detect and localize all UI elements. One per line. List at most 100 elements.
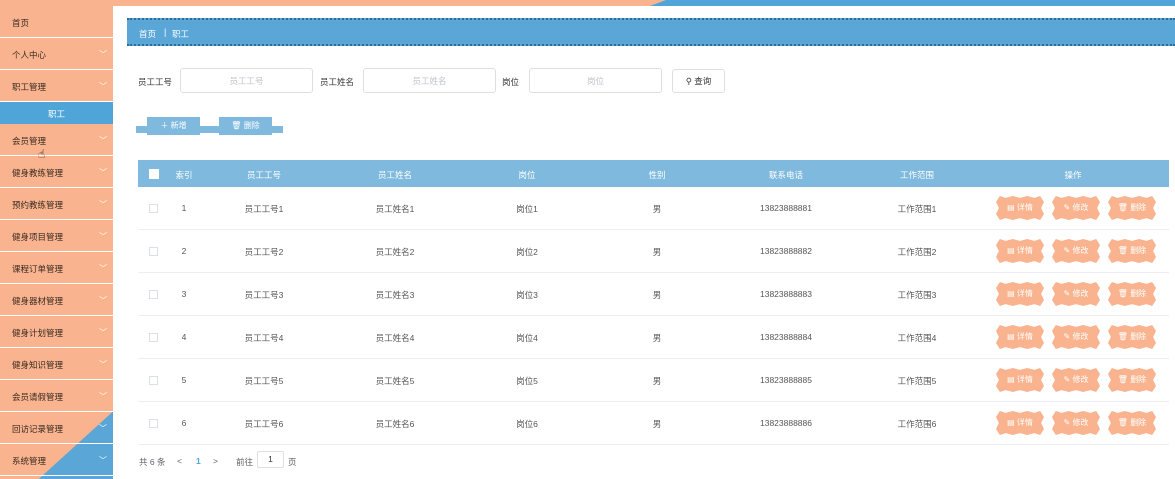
sidebar-item-4[interactable]: 健身教练管理 ﹀	[0, 156, 113, 188]
cell-post: 岗位4	[516, 333, 538, 343]
row-delete-button[interactable]: 🗑 删除	[1108, 411, 1156, 435]
plus-icon: ＋	[160, 121, 169, 130]
post-input[interactable]	[529, 68, 662, 93]
breadcrumb: 首页 | 职工	[127, 18, 1175, 46]
cell-post: 岗位1	[516, 204, 538, 214]
row-detail-button[interactable]: ▤ 详情	[996, 368, 1044, 392]
sidebar-item-9[interactable]: 健身计划管理 ﹀	[0, 316, 113, 348]
row-detail-button[interactable]: ▤ 详情	[996, 411, 1044, 435]
cell-gender: 男	[652, 376, 662, 386]
row-edit-button[interactable]: ✎ 修改	[1052, 196, 1100, 220]
search-button-label: 查询	[694, 76, 712, 86]
chevron-down-icon: ﹀	[99, 168, 107, 177]
cell-staff-id: 员工工号6	[244, 419, 284, 429]
row-delete-button[interactable]: 🗑 删除	[1108, 368, 1156, 392]
row-delete-button[interactable]: 🗑 删除	[1108, 282, 1156, 306]
cell-work-scope: 工作范围4	[897, 333, 937, 343]
table-header: 索引 员工工号 员工姓名 岗位 性别 联系电话 工作范围 操作	[138, 160, 1169, 187]
sidebar-item-label: 个人中心	[12, 50, 47, 60]
sidebar-item-13[interactable]: 系统管理 ﹀	[0, 444, 113, 476]
sidebar-item-7[interactable]: 课程订单管理 ﹀	[0, 252, 113, 284]
sidebar-item-11[interactable]: 会员请假管理 ﹀	[0, 380, 113, 412]
chevron-down-icon: ﹀	[99, 50, 107, 59]
cell-staff-id: 员工工号4	[244, 333, 284, 343]
row-checkbox[interactable]	[149, 290, 158, 299]
pagination-next[interactable]: >	[213, 456, 218, 466]
staff-id-input[interactable]	[180, 68, 313, 93]
row-edit-button[interactable]: ✎ 修改	[1052, 282, 1100, 306]
row-checkbox[interactable]	[149, 247, 158, 256]
batch-delete-label: 删除	[243, 121, 260, 130]
row-edit-button-label: 修改	[1072, 246, 1089, 255]
cell-work-scope: 工作范围5	[897, 376, 937, 386]
pagination-page-unit: 页	[288, 457, 297, 467]
row-detail-button-label: 详情	[1016, 375, 1033, 384]
row-checkbox[interactable]	[149, 376, 158, 385]
add-button-label: 新增	[170, 121, 187, 130]
sidebar-item-0[interactable]: 首页	[0, 6, 113, 38]
header-staff-name: 员工姓名	[377, 170, 413, 180]
cell-post: 岗位6	[516, 419, 538, 429]
row-delete-button[interactable]: 🗑 删除	[1108, 239, 1156, 263]
sidebar-item-label: 健身知识管理	[12, 360, 64, 370]
cell-gender: 男	[652, 204, 662, 214]
row-delete-button-label: 删除	[1130, 375, 1147, 384]
trash-icon: 🗑	[231, 121, 242, 130]
cell-work-scope: 工作范围6	[897, 419, 937, 429]
sidebar-item-12[interactable]: 回访记录管理 ﹀	[0, 412, 113, 444]
search-button[interactable]: ⚲ 查询	[672, 69, 725, 93]
trash-icon: 🗑	[1117, 246, 1131, 255]
row-edit-button[interactable]: ✎ 修改	[1052, 411, 1100, 435]
row-checkbox[interactable]	[149, 419, 158, 428]
row-edit-button[interactable]: ✎ 修改	[1052, 239, 1100, 263]
row-edit-button-label: 修改	[1072, 375, 1089, 384]
row-edit-button-label: 修改	[1072, 418, 1089, 427]
sidebar-item-3[interactable]: 会员管理 ﹀	[0, 124, 113, 156]
row-delete-button-label: 删除	[1130, 289, 1147, 298]
sidebar-item-5[interactable]: 预约教练管理 ﹀	[0, 188, 113, 220]
add-button[interactable]: ＋ 新增	[147, 117, 200, 135]
row-delete-button[interactable]: 🗑 删除	[1108, 325, 1156, 349]
cell-post: 岗位3	[516, 290, 538, 300]
sidebar-item-8[interactable]: 健身器材管理 ﹀	[0, 284, 113, 316]
sidebar-item-label: 健身项目管理	[12, 232, 64, 242]
select-all-checkbox[interactable]	[149, 169, 159, 179]
pagination-prev[interactable]: <	[177, 456, 182, 466]
table-row: 5 员工工号5 员工姓名5 岗位5 男 13823888885 工作范围5 ▤ 详情 ✎ 修改 🗑…	[138, 359, 1169, 402]
chevron-down-icon: ﹀	[99, 232, 107, 241]
pagination-current-page[interactable]: 1	[196, 456, 201, 466]
row-detail-button[interactable]: ▤ 详情	[996, 196, 1044, 220]
cell-post: 岗位5	[516, 376, 538, 386]
row-detail-button[interactable]: ▤ 详情	[996, 239, 1044, 263]
row-detail-button[interactable]: ▤ 详情	[996, 282, 1044, 306]
breadcrumb-home[interactable]: 首页	[139, 28, 156, 40]
pagination-goto-input[interactable]: 1	[257, 451, 284, 468]
cell-staff-id: 员工工号3	[244, 290, 284, 300]
cell-gender: 男	[652, 333, 662, 343]
trash-icon: 🗑	[1117, 418, 1131, 427]
document-icon: ▤	[1007, 246, 1017, 255]
row-detail-button[interactable]: ▤ 详情	[996, 325, 1044, 349]
row-delete-button[interactable]: 🗑 删除	[1108, 196, 1156, 220]
sidebar-item-6[interactable]: 健身项目管理 ﹀	[0, 220, 113, 252]
row-edit-button[interactable]: ✎ 修改	[1052, 368, 1100, 392]
row-checkbox[interactable]	[149, 204, 158, 213]
row-edit-button-label: 修改	[1072, 203, 1089, 212]
row-delete-button-label: 删除	[1130, 332, 1147, 341]
sidebar-item-10[interactable]: 健身知识管理 ﹀	[0, 348, 113, 380]
sidebar-subitem-staff[interactable]: 职工	[0, 102, 113, 124]
chevron-down-icon: ﹀	[99, 264, 107, 273]
sidebar: 首页 个人中心 ﹀ 职工管理 ﹀ 会员管理 ﹀ 健身教练管理 ﹀ 预约教练管理 ﹀ 健身项目管理 ﹀ 课程…	[0, 6, 113, 479]
chevron-down-icon: ﹀	[99, 328, 107, 337]
sidebar-item-1[interactable]: 个人中心 ﹀	[0, 38, 113, 70]
batch-delete-button[interactable]: 🗑 删除	[219, 117, 272, 135]
row-edit-button[interactable]: ✎ 修改	[1052, 325, 1100, 349]
table-row: 1 员工工号1 员工姓名1 岗位1 男 13823888881 工作范围1 ▤ 详情 ✎ 修改 🗑…	[138, 187, 1169, 230]
row-detail-button-label: 详情	[1016, 418, 1033, 427]
sidebar-item-2[interactable]: 职工管理 ﹀	[0, 70, 113, 102]
row-checkbox[interactable]	[149, 333, 158, 342]
staff-name-input[interactable]	[363, 68, 496, 93]
search-label-staff-id: 员工工号	[138, 77, 173, 87]
cell-staff-id: 员工工号5	[244, 376, 284, 386]
row-delete-button-label: 删除	[1130, 418, 1147, 427]
